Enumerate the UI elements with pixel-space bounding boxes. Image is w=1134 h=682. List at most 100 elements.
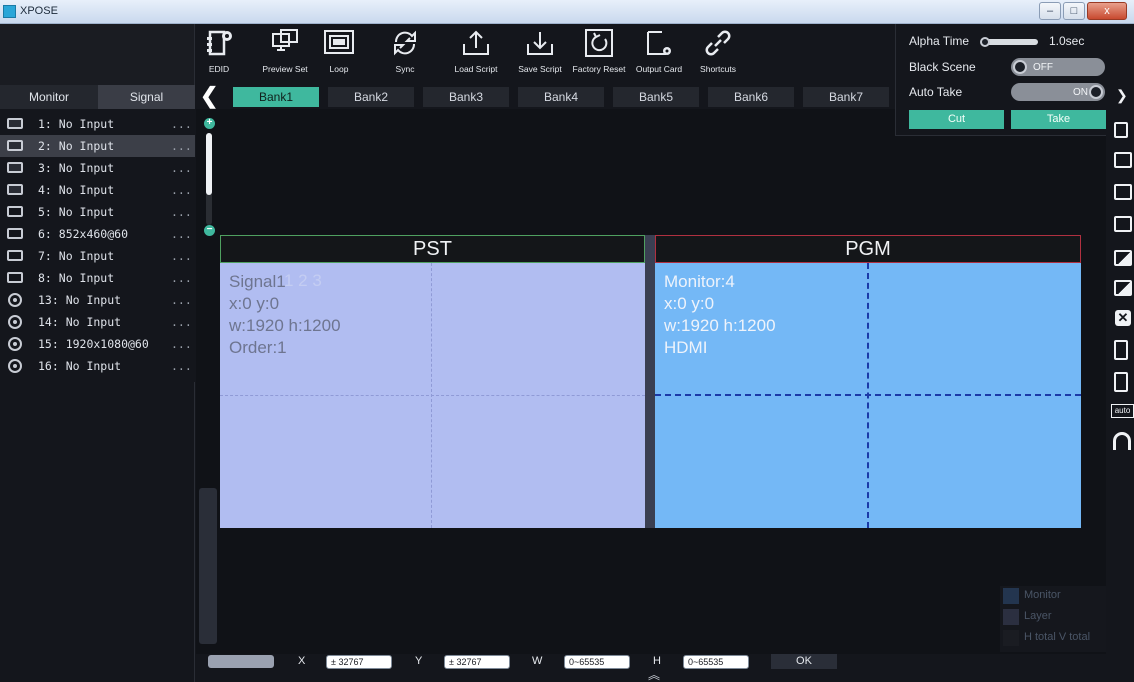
zoom-in-icon[interactable]: +: [204, 118, 215, 129]
tab-bank2[interactable]: Bank2: [328, 87, 414, 107]
y-field[interactable]: ± 32767: [444, 655, 510, 669]
black-scene-toggle[interactable]: OFF: [1011, 58, 1105, 76]
auto-icon[interactable]: auto: [1111, 404, 1134, 418]
x-field[interactable]: ± 32767: [326, 655, 392, 669]
y-label: Y: [415, 655, 423, 667]
tab-bank1[interactable]: Bank1: [233, 87, 319, 107]
dvi-port-icon: [7, 206, 23, 217]
window-alt-icon[interactable]: [1114, 184, 1132, 200]
chevron-left-icon[interactable]: ❮: [200, 85, 218, 109]
list-item[interactable]: 16: No Input...: [0, 355, 195, 377]
tab-bank4[interactable]: Bank4: [518, 87, 604, 107]
load-script-button[interactable]: Load Script: [446, 24, 506, 85]
more-button[interactable]: ...: [171, 113, 192, 135]
tab-signal[interactable]: Signal: [98, 85, 195, 109]
output-card-icon: [647, 31, 671, 55]
cut-button[interactable]: Cut: [909, 110, 1004, 129]
output-card-label: Output Card: [635, 64, 683, 74]
take-button[interactable]: Take: [1011, 110, 1106, 129]
more-button[interactable]: ...: [171, 245, 192, 267]
more-button[interactable]: ...: [171, 157, 192, 179]
h-field[interactable]: 0~65535: [683, 655, 749, 669]
more-button[interactable]: ...: [171, 135, 192, 157]
list-item[interactable]: 14: No Input...: [0, 311, 195, 333]
alpha-time-slider[interactable]: [982, 39, 1038, 45]
auto-take-toggle[interactable]: ON: [1011, 83, 1105, 101]
factory-reset-button[interactable]: Factory Reset: [568, 24, 630, 85]
loop-button[interactable]: Loop: [318, 24, 360, 85]
input-label: 4: No Input: [38, 183, 115, 197]
tab-bank3[interactable]: Bank3: [423, 87, 509, 107]
toggle-knob: [1013, 60, 1027, 74]
shortcuts-button[interactable]: Shortcuts: [696, 24, 740, 85]
preview-set-button[interactable]: Preview Set: [256, 24, 314, 85]
layer-name-field[interactable]: [208, 655, 274, 668]
pst-signal: Signal1: [229, 272, 286, 291]
auto-take-label: Auto Take: [909, 85, 963, 99]
more-button[interactable]: ...: [171, 201, 192, 223]
copy-icon[interactable]: [1114, 340, 1128, 360]
ok-button[interactable]: OK: [771, 654, 837, 669]
alpha-time-slider-handle[interactable]: [980, 37, 990, 47]
more-button[interactable]: ...: [171, 179, 192, 201]
dvi-port-icon: [7, 272, 23, 283]
zoom-slider-fill: [206, 133, 212, 195]
page-icon[interactable]: [1114, 372, 1128, 392]
maximize-button[interactable]: □: [1063, 2, 1085, 20]
close-box-icon[interactable]: ✕: [1115, 310, 1131, 326]
more-button[interactable]: ...: [171, 267, 192, 289]
tab-bank7[interactable]: Bank7: [803, 87, 889, 107]
list-item[interactable]: 4: No Input...: [0, 179, 195, 201]
legend-swatch-total: [1003, 630, 1019, 646]
edid-label: EDID: [208, 64, 230, 74]
list-item[interactable]: 1: No Input...: [0, 113, 195, 135]
shortcuts-label: Shortcuts: [700, 64, 736, 74]
factory-reset-icon: [585, 29, 613, 57]
preview-set-label: Preview Set: [262, 64, 308, 74]
hdmi-port-icon: [7, 184, 23, 195]
more-button[interactable]: ...: [171, 311, 192, 333]
pgm-source: HDMI: [664, 338, 708, 357]
close-button[interactable]: x: [1087, 2, 1127, 20]
zoom-out-icon[interactable]: −: [204, 225, 215, 236]
image-add-icon[interactable]: [1114, 280, 1132, 296]
list-item[interactable]: 15: 1920x1080@60...: [0, 333, 195, 355]
more-button[interactable]: ...: [171, 289, 192, 311]
legend-total-label: H total V total: [1024, 631, 1091, 643]
image-icon[interactable]: [1114, 250, 1132, 266]
sdi-port-icon: [8, 337, 22, 351]
magnet-icon[interactable]: [1113, 432, 1131, 450]
toggle-state: ON: [1073, 87, 1088, 98]
w-field[interactable]: 0~65535: [564, 655, 630, 669]
chevron-up-icon[interactable]: ︽: [637, 669, 671, 682]
shortcuts-icon: [705, 30, 731, 56]
left-header: [0, 24, 195, 85]
preview-set-icon: [272, 29, 298, 51]
tab-bank6[interactable]: Bank6: [708, 87, 794, 107]
list-item[interactable]: 7: No Input...: [0, 245, 195, 267]
list-item[interactable]: 8: No Input...: [0, 267, 195, 289]
input-label: 6: 852x460@60: [38, 227, 129, 241]
list-item[interactable]: 13: No Input...: [0, 289, 195, 311]
input-label: 13: No Input: [38, 293, 122, 307]
list-item[interactable]: 2: No Input...: [0, 135, 195, 157]
output-card-button[interactable]: Output Card: [632, 24, 686, 85]
more-button[interactable]: ...: [171, 333, 192, 355]
tab-monitor[interactable]: Monitor: [0, 85, 98, 109]
list-item[interactable]: 3: No Input...: [0, 157, 195, 179]
chevron-right-icon[interactable]: ❯: [1116, 88, 1130, 102]
more-button[interactable]: ...: [171, 223, 192, 245]
legend-swatch-layer: [1003, 609, 1019, 625]
window-icon[interactable]: [1114, 152, 1132, 168]
sync-button[interactable]: Sync: [384, 24, 426, 85]
vertical-scrollbar[interactable]: [199, 488, 217, 644]
list-item[interactable]: 6: 852x460@60...: [0, 223, 195, 245]
save-script-button[interactable]: Save Script: [510, 24, 570, 85]
minimize-button[interactable]: –: [1039, 2, 1061, 20]
tab-bank5[interactable]: Bank5: [613, 87, 699, 107]
more-button[interactable]: ...: [171, 355, 192, 377]
list-item[interactable]: 5: No Input...: [0, 201, 195, 223]
display-icon[interactable]: [1114, 216, 1132, 232]
edid-button[interactable]: EDID: [196, 24, 242, 85]
layer-icon[interactable]: [1114, 122, 1128, 138]
